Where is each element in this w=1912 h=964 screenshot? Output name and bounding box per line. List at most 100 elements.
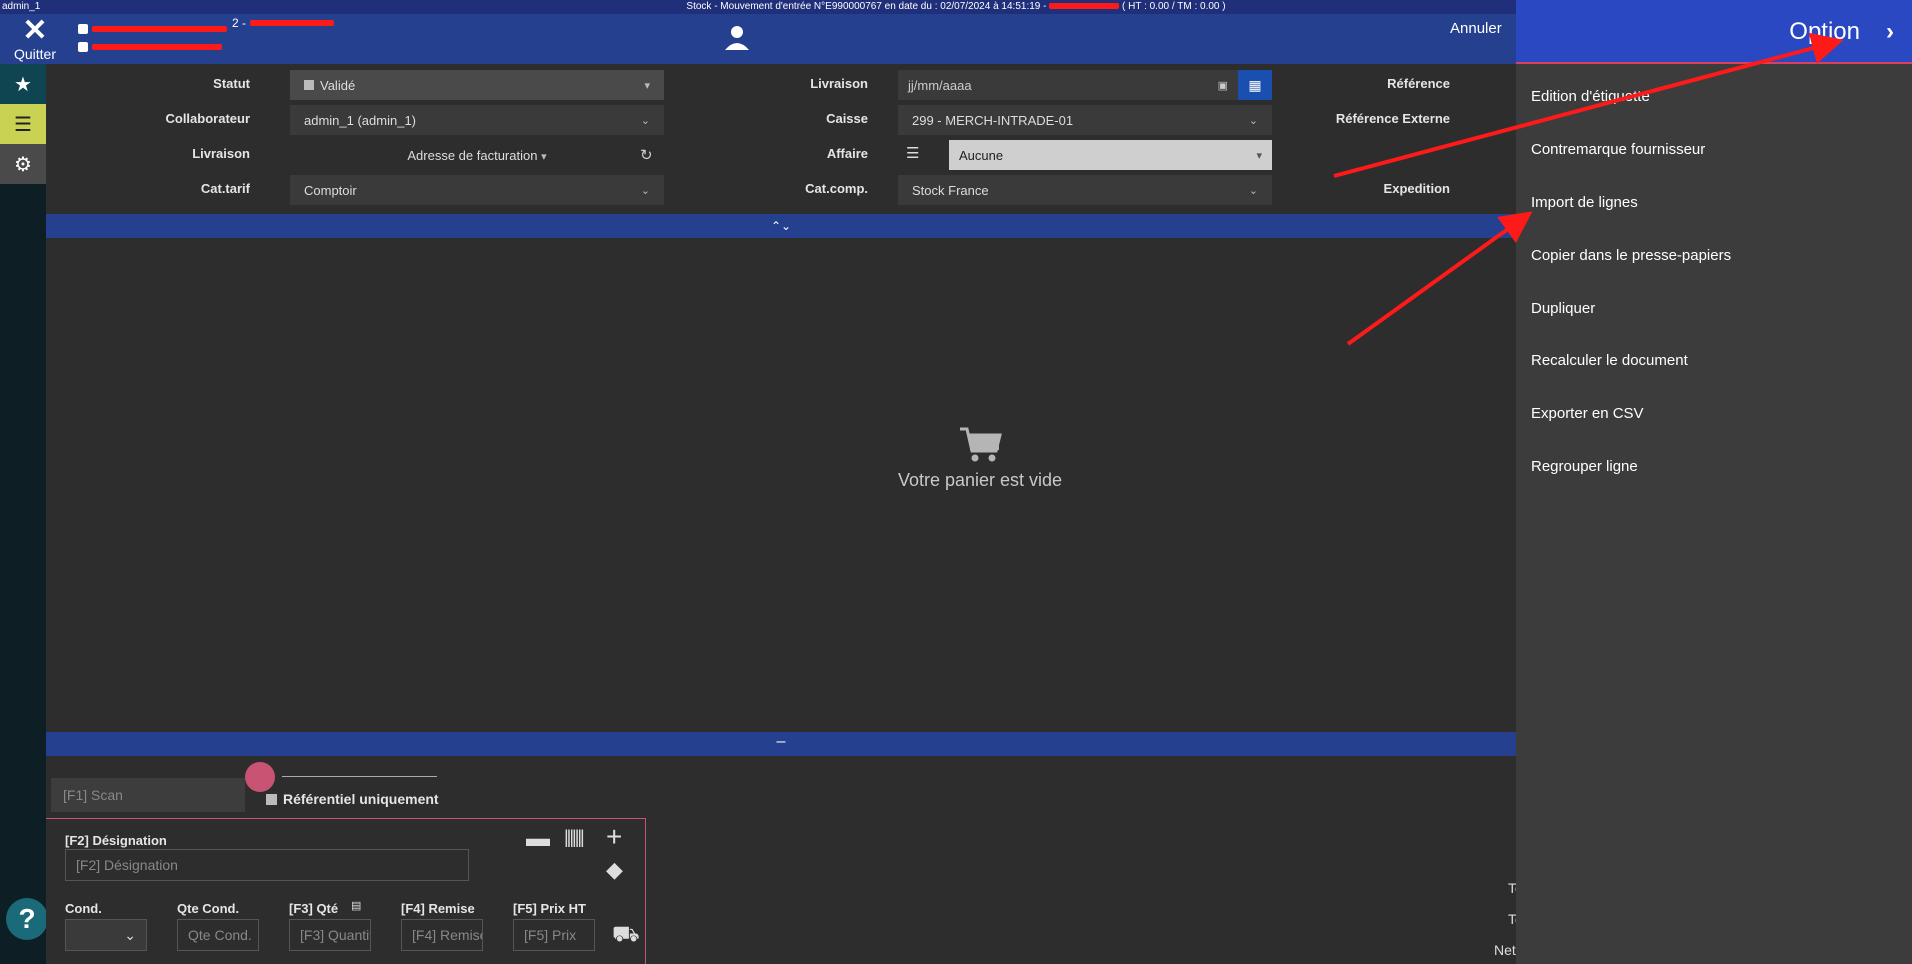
top-header: ✕ Quitter 2 - Annuler (0, 14, 1516, 64)
designation-input[interactable]: [F2] Désignation (65, 849, 469, 881)
validate-line-icon[interactable]: ⛟ (612, 921, 640, 950)
chevron-down-icon: ⌄ (640, 114, 650, 127)
left-rail: ★ ☰ ⚙ (0, 64, 46, 964)
chevron-down-icon: ⌄ (781, 219, 792, 233)
refresh-icon[interactable]: ↻ (640, 146, 653, 164)
remise-input[interactable]: [F4] Remise (401, 919, 483, 951)
cart-area (46, 238, 1516, 732)
caisse-label: Caisse (826, 111, 868, 126)
help-icon: ? (18, 903, 36, 934)
expedition-label: Expedition (1383, 181, 1450, 196)
affaire-select[interactable]: Aucune ▾ (949, 140, 1272, 170)
option-title: Option (1789, 18, 1860, 45)
quit-label: Quitter (13, 46, 56, 62)
menu-button[interactable]: ☰ (0, 104, 46, 144)
cancel-button[interactable]: Annuler (1450, 20, 1502, 37)
menu-item-copier[interactable]: Copier dans le presse-papiers (1531, 247, 1731, 264)
menu-item-contremarque[interactable]: Contremarque fournisseur (1531, 141, 1705, 158)
designation-label: [F2] Désignation (65, 833, 167, 848)
menu-item-edition-etiquette[interactable]: Edition d'étiquette (1531, 88, 1650, 105)
collaborateur-label: Collaborateur (165, 111, 250, 126)
chevron-down-icon: ⌄ (124, 927, 136, 943)
chevron-up-icon: ⌃ (770, 219, 781, 233)
star-icon: ★ (14, 73, 32, 96)
user-icon[interactable] (722, 22, 752, 52)
checkbox-icon (266, 793, 277, 805)
expand-toggle[interactable]: – (46, 732, 1516, 756)
tag-icon[interactable]: ◆ (606, 857, 623, 883)
menu-item-exporter-csv[interactable]: Exporter en CSV (1531, 405, 1644, 422)
redaction-mark (92, 26, 227, 32)
reference-externe-label: Référence Externe (1335, 111, 1450, 126)
catcomp-label: Cat.comp. (805, 181, 868, 196)
menu-item-recalculer[interactable]: Recalculer le document (1531, 352, 1688, 369)
chevron-down-icon: ▾ (1256, 149, 1262, 162)
cond-select[interactable]: ⌄ (65, 919, 147, 951)
redaction-mark (250, 20, 335, 26)
slider-handle[interactable] (245, 762, 275, 792)
menu-item-import-lignes[interactable]: Import de lignes (1531, 194, 1638, 211)
quit-button[interactable]: ✕ Quitter (10, 14, 60, 63)
settings-button[interactable]: ⚙ (0, 144, 46, 184)
document-form: Statut Validé ▾ Collaborateur admin_1 (a… (46, 64, 1516, 214)
calendar-icon: ▦ (1248, 76, 1262, 93)
net-label: Net (1494, 942, 1516, 958)
qte-cond-input[interactable]: Qte Cond. (177, 919, 259, 951)
livraison-label: Livraison (192, 146, 250, 161)
cond-label: Cond. (65, 901, 102, 916)
referentiel-checkbox[interactable]: Référentiel uniquement (266, 791, 439, 807)
status-check-icon (304, 79, 314, 90)
livraison-date-label: Livraison (810, 76, 868, 91)
store-icon (78, 24, 88, 34)
redaction-mark (1049, 3, 1120, 10)
livraison-address-select[interactable]: Adresse de facturation ▾ (290, 140, 664, 170)
statut-label: Statut (213, 76, 250, 91)
info-icon[interactable]: ▤ (351, 899, 361, 912)
line-entry-panel: [F2] Désignation [F2] Désignation ▬ ||||… (46, 818, 646, 964)
empty-cart-message: Votre panier est vide (897, 470, 1063, 490)
qte-label: [F3] Qté (289, 901, 339, 916)
menu-icon: ☰ (14, 113, 32, 136)
chevron-right-icon[interactable]: › (1886, 18, 1894, 46)
scan-input[interactable]: [F1] Scan (51, 778, 245, 812)
catcomp-select[interactable]: Stock France ⌄ (898, 175, 1272, 205)
caisse-select[interactable]: 299 - MERCH-INTRADE-01 ⌄ (898, 105, 1272, 135)
barcode-icon[interactable]: ||||||| (564, 827, 585, 848)
prix-input[interactable]: [F5] Prix (513, 919, 595, 951)
collaborateur-select[interactable]: admin_1 (admin_1) ⌄ (290, 105, 664, 135)
chevron-down-icon: ▾ (644, 79, 650, 92)
plus-icon[interactable]: + (606, 821, 622, 853)
reference-label: Référence (1387, 76, 1450, 91)
close-icon: ✕ (22, 14, 48, 47)
chevron-down-icon: ⌄ (1248, 184, 1258, 197)
chevron-down-icon: ⌄ (640, 184, 650, 197)
collapse-toggle[interactable]: ⌃⌄ (46, 214, 1516, 238)
redaction-mark (92, 44, 222, 50)
context-info (78, 20, 227, 56)
slider-track[interactable] (282, 776, 437, 777)
comment-icon[interactable]: ▬ (526, 825, 550, 853)
date-picker-icon: ▣ (1217, 79, 1228, 92)
remise-label: [F4] Remise (401, 901, 475, 916)
gear-icon: ⚙ (14, 153, 32, 176)
statut-select[interactable]: Validé ▾ (290, 70, 664, 100)
cart-small-icon (78, 42, 88, 52)
cattarif-label: Cat.tarif (200, 181, 250, 196)
favorites-button[interactable]: ★ (0, 64, 46, 104)
qte-input[interactable]: [F3] Quantité (289, 919, 371, 951)
cattarif-select[interactable]: Comptoir ⌄ (290, 175, 664, 205)
menu-item-dupliquer[interactable]: Dupliquer (1531, 300, 1595, 317)
warehouse-info: 2 - (232, 16, 335, 30)
help-button[interactable]: ? (6, 898, 48, 940)
menu-item-regrouper[interactable]: Regrouper ligne (1531, 458, 1638, 475)
prix-label: [F5] Prix HT (513, 901, 586, 916)
calendar-button[interactable]: ▦ (1238, 70, 1272, 100)
qte-cond-label: Qte Cond. (177, 901, 240, 916)
option-panel: Option › Edition d'étiquette Contremarqu… (1516, 0, 1912, 964)
livraison-date-input[interactable]: jj/mm/aaaa ▣ (898, 70, 1238, 100)
list-icon[interactable]: ☰ (906, 144, 919, 162)
minus-icon: – (776, 733, 786, 750)
option-panel-header[interactable]: Option › (1516, 0, 1912, 64)
affaire-label: Affaire (826, 146, 868, 161)
chevron-down-icon: ⌄ (1248, 114, 1258, 127)
